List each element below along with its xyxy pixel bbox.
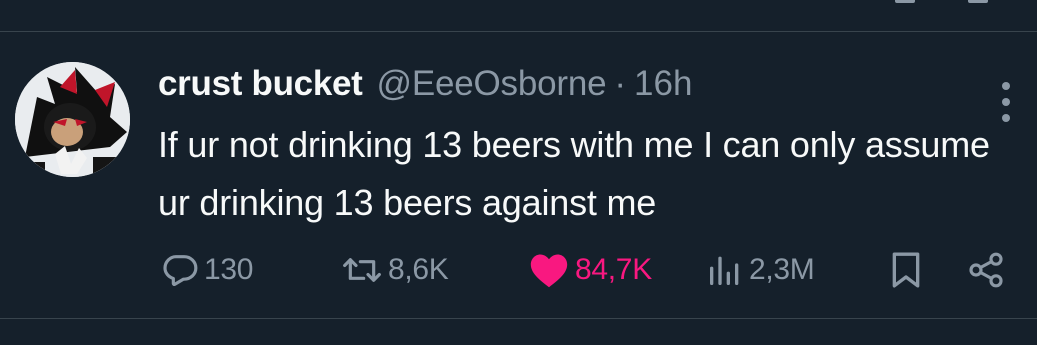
heart-icon <box>530 254 568 288</box>
share-button[interactable] <box>966 250 1006 290</box>
bookmark-icon <box>892 252 920 288</box>
display-name[interactable]: crust bucket <box>158 64 363 104</box>
like-button[interactable]: 84,7K <box>527 250 652 290</box>
retweet-arrows-icon <box>343 258 381 282</box>
avatar[interactable] <box>15 62 130 177</box>
bar-chart-icon <box>710 256 739 285</box>
divider <box>0 318 1037 319</box>
views-button[interactable]: 2,3M <box>705 250 815 290</box>
like-count: 84,7K <box>575 253 652 286</box>
speech-bubble-icon <box>163 255 198 287</box>
views-count: 2,3M <box>749 253 815 286</box>
user-handle[interactable]: @EeeOsborne <box>377 64 607 104</box>
previous-tweet-remnant <box>0 0 1037 30</box>
separator-dot: · <box>614 64 627 103</box>
vertical-ellipsis-icon <box>1002 82 1010 90</box>
shadow-hedgehog-avatar-icon <box>15 62 130 177</box>
reply-button[interactable]: 130 <box>160 250 253 290</box>
tweet-text: If ur not drinking 13 beers with me I ca… <box>158 124 990 223</box>
timestamp[interactable]: 16h <box>634 64 692 104</box>
reply-count: 130 <box>204 253 254 286</box>
tweet-card[interactable]: crust bucket @EeeOsborne · 16h If ur not… <box>0 32 1037 318</box>
share-icon <box>969 252 1003 288</box>
retweet-count: 8,6K <box>388 253 449 286</box>
tweet-actions: 130 8,6K 84,7K 2,3M <box>0 240 1037 300</box>
tweet-header: crust bucket @EeeOsborne · 16h <box>158 60 692 108</box>
timeline-frame: crust bucket @EeeOsborne · 16h If ur not… <box>0 0 1037 345</box>
previous-bookmark-icon-stub <box>895 0 915 3</box>
bookmark-button[interactable] <box>889 250 923 290</box>
previous-share-icon-stub <box>968 0 988 3</box>
retweet-button[interactable]: 8,6K <box>340 250 449 290</box>
